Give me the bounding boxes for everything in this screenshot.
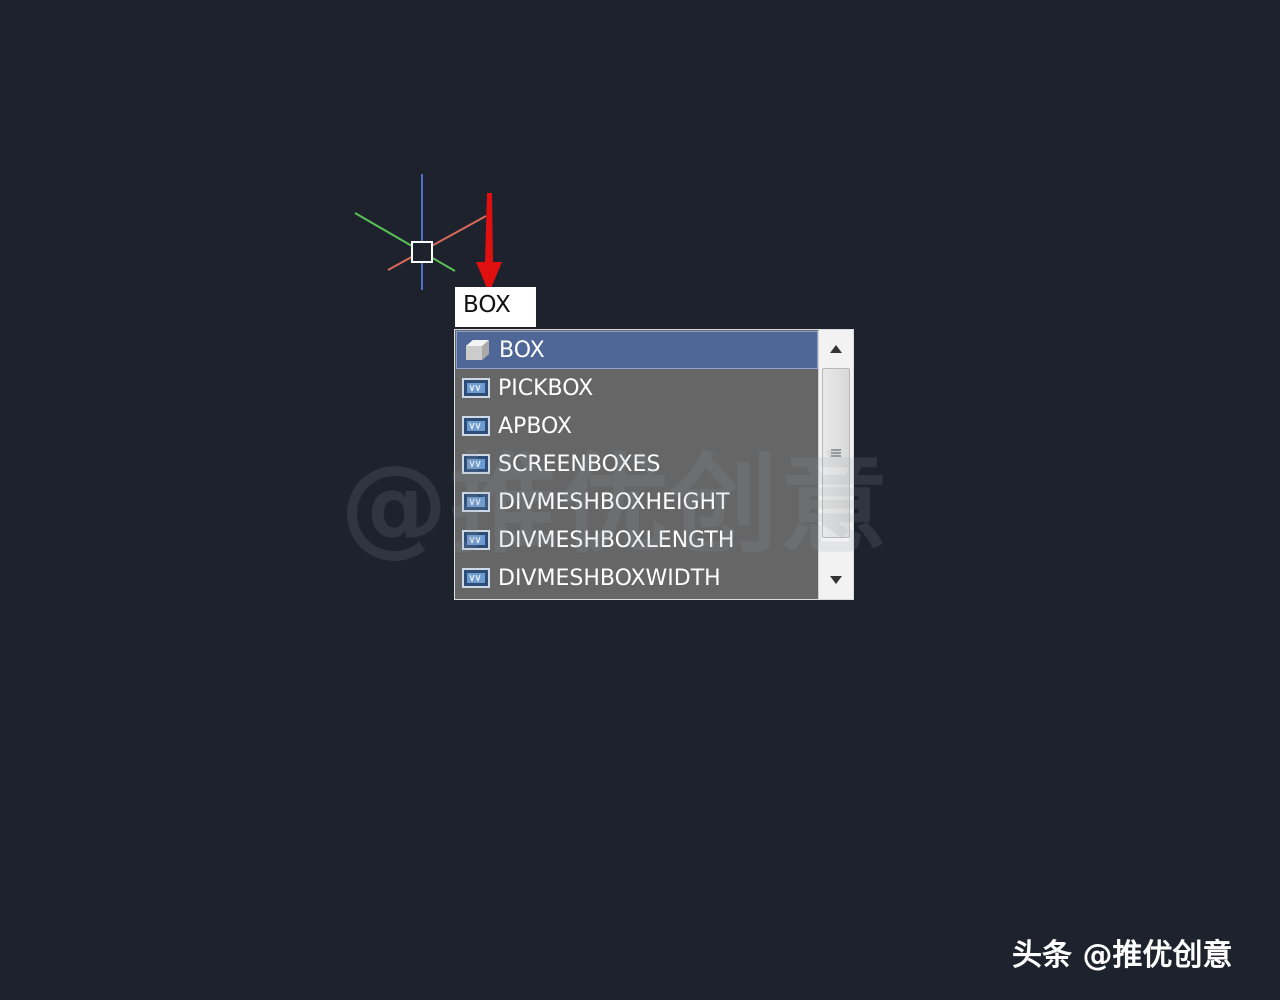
system-variable-icon bbox=[462, 414, 490, 438]
crosshair-x-axis bbox=[387, 215, 487, 271]
system-variable-icon bbox=[462, 566, 490, 590]
autocomplete-dropdown: BOX PICKBOX APBOX SCREENBOXES DIVMESHBOXHEIG… bbox=[454, 329, 854, 600]
command-input[interactable]: BOX bbox=[455, 287, 536, 327]
autocomplete-item-label: DIVMESHBOXLENGTH bbox=[498, 527, 735, 553]
triangle-down-icon bbox=[830, 576, 842, 584]
autocomplete-item-label: DIVMESHBOXWIDTH bbox=[498, 565, 721, 591]
scroll-up-button[interactable] bbox=[819, 332, 853, 366]
autocomplete-item-apbox[interactable]: APBOX bbox=[456, 407, 818, 445]
system-variable-icon bbox=[462, 376, 490, 400]
autocomplete-item-label: BOX bbox=[499, 337, 545, 363]
scroll-down-button[interactable] bbox=[819, 563, 853, 597]
system-variable-icon bbox=[462, 490, 490, 514]
grip-icon bbox=[831, 449, 841, 457]
autocomplete-item-label: APBOX bbox=[498, 413, 573, 439]
autocomplete-item-box[interactable]: BOX bbox=[456, 331, 818, 369]
triangle-up-icon bbox=[830, 345, 842, 353]
autocomplete-item-pickbox[interactable]: PICKBOX bbox=[456, 369, 818, 407]
scrollbar[interactable] bbox=[818, 330, 853, 599]
system-variable-icon bbox=[462, 528, 490, 552]
footer-brand: 头条 @推优创意 bbox=[1012, 938, 1233, 973]
autocomplete-item-divmeshboxlength[interactable]: DIVMESHBOXLENGTH bbox=[456, 521, 818, 559]
scroll-thumb[interactable] bbox=[822, 368, 850, 538]
system-variable-icon bbox=[462, 452, 490, 476]
autocomplete-list: BOX PICKBOX APBOX SCREENBOXES DIVMESHBOXHEIG… bbox=[456, 331, 818, 598]
autocomplete-item-label: SCREENBOXES bbox=[498, 451, 661, 477]
pickbox-cursor bbox=[411, 241, 433, 263]
autocomplete-item-label: DIVMESHBOXHEIGHT bbox=[498, 489, 730, 515]
command-input-value: BOX bbox=[463, 292, 511, 318]
autocomplete-item-label: PICKBOX bbox=[498, 375, 594, 401]
autocomplete-item-divmeshboxheight[interactable]: DIVMESHBOXHEIGHT bbox=[456, 483, 818, 521]
annotation-arrow bbox=[476, 193, 502, 293]
autocomplete-item-divmeshboxwidth[interactable]: DIVMESHBOXWIDTH bbox=[456, 559, 818, 597]
autocomplete-item-screenboxes[interactable]: SCREENBOXES bbox=[456, 445, 818, 483]
ucs-crosshair-icon bbox=[354, 174, 487, 290]
box-3d-icon bbox=[463, 338, 491, 362]
